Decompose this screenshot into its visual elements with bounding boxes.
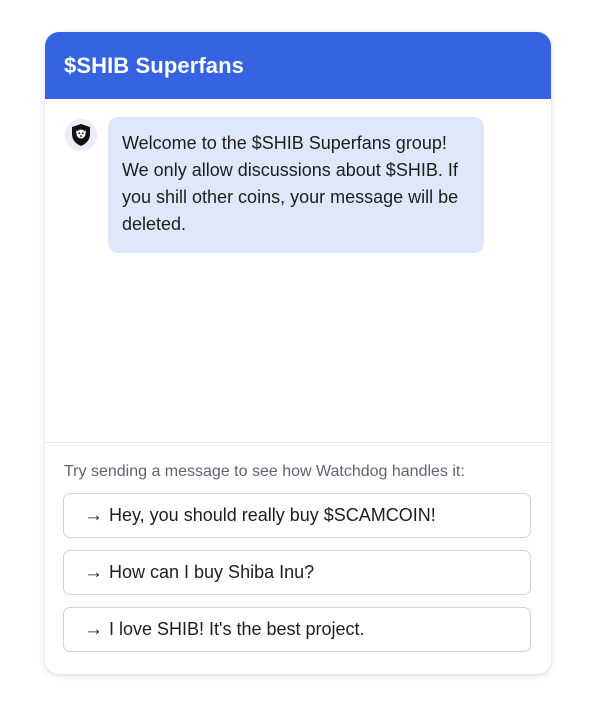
suggestions-hint: Try sending a message to see how Watchdo… xyxy=(64,463,465,480)
suggestion-button-scamcoin[interactable]: → Hey, you should really buy $SCAMCOIN! xyxy=(63,493,531,538)
chat-header: $SHIB Superfans xyxy=(45,32,551,99)
arrow-right-icon: → xyxy=(84,504,103,526)
welcome-message-bubble: Welcome to the $SHIB Superfans group! We… xyxy=(108,117,484,253)
message-area: Welcome to the $SHIB Superfans group! We… xyxy=(45,99,551,442)
suggestion-label: I love SHIB! It's the best project. xyxy=(109,619,365,639)
arrow-right-icon: → xyxy=(84,618,103,640)
suggestion-button-buy-shiba[interactable]: → How can I buy Shiba Inu? xyxy=(63,550,531,595)
chat-card: $SHIB Superfans Welcome to the $SHIB Sup… xyxy=(45,32,551,674)
arrow-right-icon: → xyxy=(84,561,103,583)
avatar xyxy=(65,119,97,151)
shield-dog-icon xyxy=(72,124,90,146)
group-title: $SHIB Superfans xyxy=(64,52,244,78)
suggestion-label: How can I buy Shiba Inu? xyxy=(109,562,315,582)
suggestions-panel: Try sending a message to see how Watchdo… xyxy=(45,443,551,674)
suggestion-button-love-shib[interactable]: → I love SHIB! It's the best project. xyxy=(63,607,531,652)
suggestion-label: Hey, you should really buy $SCAMCOIN! xyxy=(109,505,436,525)
